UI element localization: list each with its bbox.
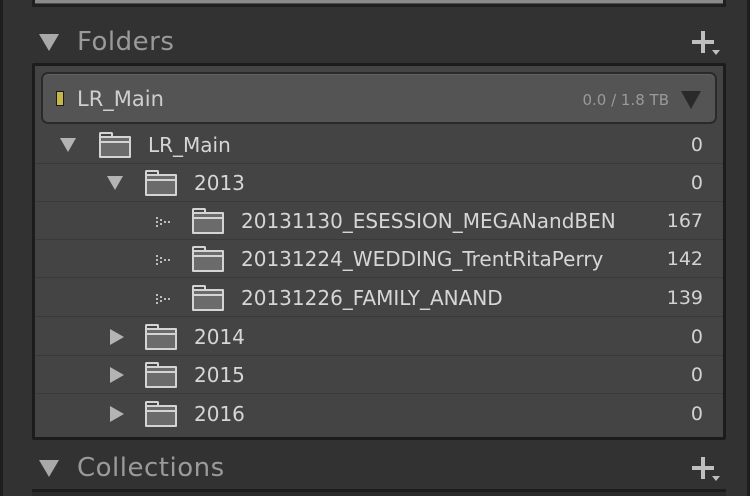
folder-icon [192, 246, 224, 272]
collapsed-triangle-icon[interactable] [107, 327, 127, 347]
volume-size: 0.0 / 1.8 TB [582, 91, 669, 109]
add-folder-button[interactable] [692, 30, 722, 60]
collections-disclosure-triangle-icon[interactable] [39, 460, 59, 477]
folder-count: 139 [666, 287, 703, 309]
collapsed-triangle-icon[interactable] [107, 365, 127, 385]
collections-section-title: Collections [77, 453, 225, 483]
folder-count: 0 [690, 134, 703, 156]
collections-panel-edge [32, 489, 726, 496]
volume-name: LR_Main [77, 87, 164, 111]
collections-section-header[interactable]: Collections [0, 426, 750, 483]
folder-row-esession[interactable]: 20131130_ESESSION_MEGANandBEN 167 [35, 202, 723, 240]
folder-label: 20131226_FAMILY_ANAND [241, 286, 503, 310]
folder-label: 2014 [194, 325, 245, 349]
folder-icon [145, 324, 177, 350]
volume-status-indicator-icon [56, 91, 64, 106]
add-collection-button[interactable] [692, 456, 722, 486]
folder-count: 0 [690, 364, 703, 386]
expanded-triangle-icon[interactable] [107, 173, 127, 193]
volume-collapse-triangle-icon[interactable] [681, 91, 701, 109]
panel-left-border [0, 0, 3, 496]
volume-header[interactable]: LR_Main 0.0 / 1.8 TB [41, 72, 717, 124]
subfolder-dotted-icon [156, 249, 176, 269]
folder-count: 0 [690, 172, 703, 194]
dropdown-caret-icon [712, 50, 720, 55]
folder-row-wedding[interactable]: 20131224_WEDDING_TrentRitaPerry 142 [35, 240, 723, 278]
folder-count: 142 [666, 248, 703, 270]
folder-row-family[interactable]: 20131226_FAMILY_ANAND 139 [35, 279, 723, 317]
folders-section-title: Folders [77, 27, 175, 57]
folder-label: 2016 [194, 402, 245, 426]
folder-row-2013[interactable]: 2013 0 [35, 164, 723, 202]
expanded-triangle-icon[interactable] [60, 135, 80, 155]
subfolder-dotted-icon [156, 211, 176, 231]
folder-row-lr-main[interactable]: LR_Main 0 [35, 126, 723, 164]
folder-icon [192, 285, 224, 311]
subfolder-dotted-icon [156, 288, 176, 308]
folder-label: LR_Main [148, 133, 231, 157]
plus-icon-vertical [701, 31, 705, 53]
folder-icon [145, 170, 177, 196]
plus-icon-vertical [701, 457, 705, 479]
folder-icon [99, 132, 131, 158]
folder-label: 2015 [194, 363, 245, 387]
collapsed-triangle-icon[interactable] [107, 404, 127, 424]
folder-count: 0 [690, 326, 703, 348]
folder-row-2015[interactable]: 2015 0 [35, 356, 723, 394]
folders-disclosure-triangle-icon[interactable] [39, 34, 59, 51]
folder-label: 2013 [194, 171, 245, 195]
folder-row-2014[interactable]: 2014 0 [35, 318, 723, 356]
folders-section-header[interactable]: Folders [0, 0, 750, 57]
folder-icon [145, 401, 177, 427]
folder-icon [192, 208, 224, 234]
folder-icon [145, 362, 177, 388]
folder-label: 20131224_WEDDING_TrentRitaPerry [241, 247, 604, 271]
dropdown-caret-icon [712, 476, 720, 481]
folder-count: 0 [690, 403, 703, 425]
folder-count: 167 [666, 210, 703, 232]
folder-label: 20131130_ESESSION_MEGANandBEN [241, 209, 616, 233]
